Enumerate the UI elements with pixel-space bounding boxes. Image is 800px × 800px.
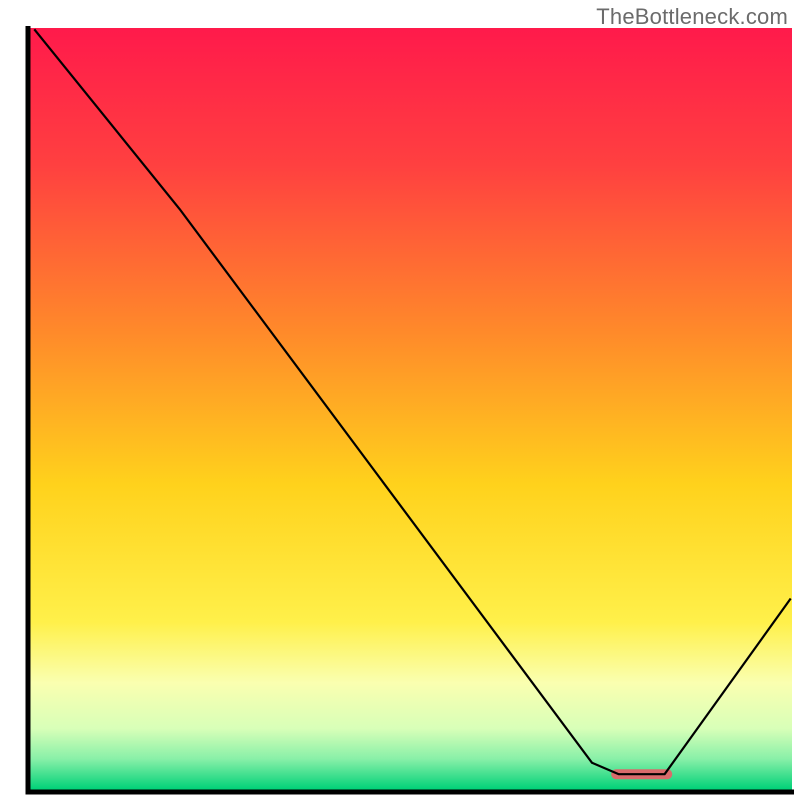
chart-svg — [0, 0, 800, 800]
chart-container: TheBottleneck.com — [0, 0, 800, 800]
watermark-text: TheBottleneck.com — [596, 4, 788, 30]
plot-background — [31, 28, 793, 790]
